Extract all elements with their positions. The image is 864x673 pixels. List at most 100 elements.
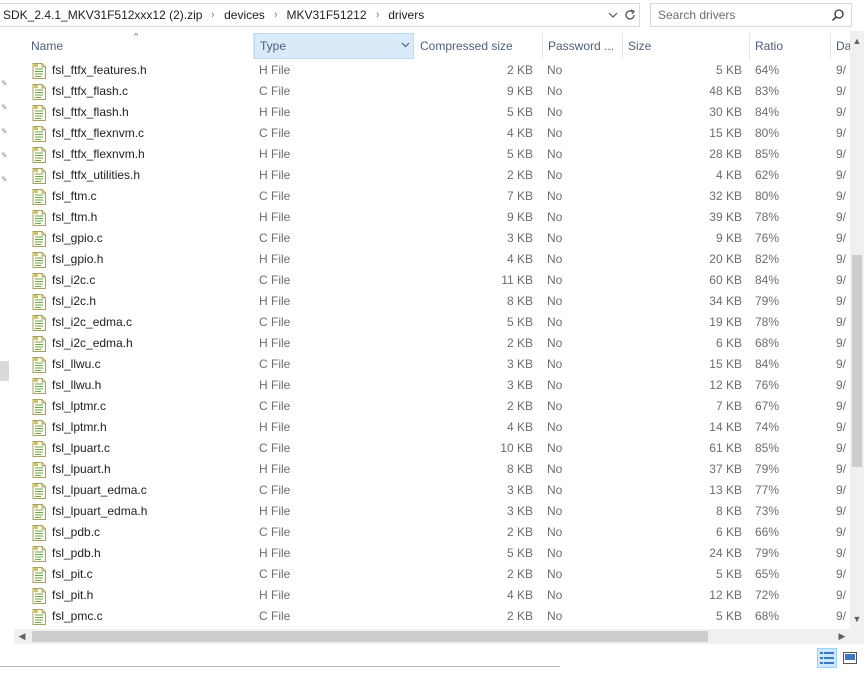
file-name-cell[interactable]: fsl_lpuart_edma.h <box>14 501 252 522</box>
date-modified: 9/ <box>836 336 847 350</box>
file-name-cell[interactable]: fsl_ftm.h <box>14 207 252 228</box>
file-name-cell[interactable]: fsl_llwu.c <box>14 354 252 375</box>
vertical-scroll-thumb[interactable] <box>852 255 862 467</box>
scroll-right-icon[interactable]: ▶ <box>834 629 850 644</box>
table-row[interactable]: fsl_i2c_edma.c C File 5 KB No 19 KB 78% 9/ <box>14 312 850 333</box>
table-row[interactable]: fsl_llwu.c C File 3 KB No 15 KB 84% 9/ <box>14 354 850 375</box>
table-row[interactable]: fsl_lpuart_edma.h H File 3 KB No 8 KB 73% 9/ <box>14 501 850 522</box>
scrollbar-corner <box>850 629 864 644</box>
file-name-cell[interactable]: fsl_ftfx_flexnvm.h <box>14 144 252 165</box>
file-name-cell[interactable]: fsl_i2c_edma.h <box>14 333 252 354</box>
file-name-cell[interactable]: fsl_lpuart.h <box>14 459 252 480</box>
password-protected: No <box>547 378 563 392</box>
file-name-cell[interactable]: fsl_gpio.c <box>14 228 252 249</box>
breadcrumb-separator-icon[interactable]: › <box>208 9 219 21</box>
file-name-cell[interactable]: fsl_llwu.h <box>14 375 252 396</box>
file-name-cell[interactable]: fsl_pdb.c <box>14 522 252 543</box>
table-row[interactable]: fsl_i2c.h H File 8 KB No 34 KB 79% 9/ <box>14 291 850 312</box>
file-type: H File <box>259 63 291 77</box>
refresh-icon[interactable] <box>621 3 639 27</box>
file-name-cell[interactable]: fsl_ftm.c <box>14 186 252 207</box>
file-name: fsl_ftfx_flash.c <box>52 84 129 98</box>
table-row[interactable]: fsl_lptmr.h H File 4 KB No 14 KB 74% 9/ <box>14 417 850 438</box>
date-modified: 9/ <box>836 609 847 623</box>
search-icon[interactable] <box>831 8 845 22</box>
scroll-up-icon[interactable]: ▲ <box>850 33 864 49</box>
table-row[interactable]: fsl_lpuart.c C File 10 KB No 61 KB 85% 9/ <box>14 438 850 459</box>
compression-ratio: 79% <box>755 462 780 476</box>
search-input[interactable] <box>658 8 828 22</box>
file-name-cell[interactable]: fsl_i2c.c <box>14 270 252 291</box>
vertical-scrollbar[interactable]: ▲ ▼ <box>850 31 864 629</box>
table-row[interactable]: fsl_lptmr.c C File 2 KB No 7 KB 67% 9/ <box>14 396 850 417</box>
file-name-cell[interactable]: fsl_pit.h <box>14 585 252 606</box>
column-header-date[interactable]: Da <box>831 33 850 59</box>
file-name-cell[interactable]: fsl_lptmr.h <box>14 417 252 438</box>
scroll-left-icon[interactable]: ◀ <box>14 629 30 644</box>
table-row[interactable]: fsl_pit.h H File 4 KB No 12 KB 72% 9/ <box>14 585 850 606</box>
table-row[interactable]: fsl_gpio.h H File 4 KB No 20 KB 82% 9/ <box>14 249 850 270</box>
file-name: fsl_pdb.h <box>52 546 101 560</box>
column-filter-chevron-down-icon[interactable] <box>401 40 410 51</box>
file-name-cell[interactable]: fsl_ftfx_utilities.h <box>14 165 252 186</box>
file-name-cell[interactable]: fsl_lpuart_edma.c <box>14 480 252 501</box>
column-header-size[interactable]: Size <box>623 33 750 59</box>
table-row[interactable]: fsl_pit.c C File 2 KB No 5 KB 65% 9/ <box>14 564 850 585</box>
file-name-cell[interactable]: fsl_pit.c <box>14 564 252 585</box>
table-row[interactable]: fsl_ftfx_flexnvm.h H File 5 KB No 28 KB 85% 9/ <box>14 144 850 165</box>
table-row[interactable]: fsl_ftfx_flash.h H File 5 KB No 30 KB 84% 9/ <box>14 102 850 123</box>
text-file-icon <box>32 62 46 79</box>
breadcrumb-separator-icon[interactable]: › <box>270 9 281 21</box>
table-row[interactable]: fsl_ftm.h H File 9 KB No 39 KB 78% 9/ <box>14 207 850 228</box>
breadcrumb-drivers[interactable]: drivers <box>385 8 427 22</box>
address-history-chevron-down-icon[interactable] <box>604 3 622 27</box>
file-name: fsl_i2c.c <box>52 273 96 287</box>
table-row[interactable]: fsl_lpuart.h H File 8 KB No 37 KB 79% 9/ <box>14 459 850 480</box>
file-name-cell[interactable]: fsl_i2c_edma.c <box>14 312 252 333</box>
details-view-icon[interactable] <box>817 648 837 668</box>
table-row[interactable]: fsl_i2c_edma.h H File 2 KB No 6 KB 68% 9/ <box>14 333 850 354</box>
table-row[interactable]: fsl_pmc.c C File 2 KB No 5 KB 68% 9/ <box>14 606 850 627</box>
file-name-cell[interactable]: fsl_gpio.h <box>14 249 252 270</box>
file-name-cell[interactable]: fsl_lptmr.c <box>14 396 252 417</box>
breadcrumb-device[interactable]: MKV31F51212 <box>283 8 369 22</box>
table-row[interactable]: fsl_pdb.h H File 5 KB No 24 KB 79% 9/ <box>14 543 850 564</box>
breadcrumb-devices[interactable]: devices <box>221 8 268 22</box>
large-icons-view-icon[interactable] <box>840 648 860 668</box>
date-modified: 9/ <box>836 399 847 413</box>
column-header-ratio[interactable]: Ratio <box>750 33 831 59</box>
search-box[interactable] <box>650 3 852 27</box>
file-name-cell[interactable]: fsl_ftfx_flash.c <box>14 81 252 102</box>
breadcrumb-separator-icon[interactable]: › <box>372 9 383 21</box>
table-row[interactable]: fsl_pdb.c C File 2 KB No 6 KB 66% 9/ <box>14 522 850 543</box>
table-row[interactable]: fsl_llwu.h H File 3 KB No 12 KB 76% 9/ <box>14 375 850 396</box>
breadcrumb-zip[interactable]: SDK_2.4.1_MKV31F512xxx12 (2).zip <box>0 8 205 22</box>
table-row[interactable]: fsl_ftfx_features.h H File 2 KB No 5 KB 64% 9/ <box>14 60 850 81</box>
file-name-cell[interactable]: fsl_lpuart.c <box>14 438 252 459</box>
table-row[interactable]: fsl_ftfx_flash.c C File 9 KB No 48 KB 83% 9/ <box>14 81 850 102</box>
table-row[interactable]: fsl_ftfx_flexnvm.c C File 4 KB No 15 KB 80% 9/ <box>14 123 850 144</box>
file-name-cell[interactable]: fsl_ftfx_features.h <box>14 60 252 81</box>
table-row[interactable]: fsl_ftfx_utilities.h H File 2 KB No 4 KB 62% 9… <box>14 165 850 186</box>
horizontal-scrollbar[interactable]: ◀ ▶ <box>14 629 850 644</box>
file-name-cell[interactable]: fsl_pdb.h <box>14 543 252 564</box>
horizontal-scroll-thumb[interactable] <box>32 631 708 642</box>
table-row[interactable]: fsl_ftm.c C File 7 KB No 32 KB 80% 9/ <box>14 186 850 207</box>
scroll-down-icon[interactable]: ▼ <box>850 611 864 627</box>
column-header-type[interactable]: Type <box>254 33 414 59</box>
date-modified: 9/ <box>836 273 847 287</box>
column-header-compressed-size[interactable]: Compressed size <box>415 33 543 59</box>
column-header-password[interactable]: Password ... <box>543 33 623 59</box>
password-protected: No <box>547 420 563 434</box>
table-row[interactable]: fsl_lpuart_edma.c C File 3 KB No 13 KB 77% 9/ <box>14 480 850 501</box>
file-name-cell[interactable]: fsl_ftfx_flash.h <box>14 102 252 123</box>
file-size: 60 KB <box>709 273 742 287</box>
table-row[interactable]: fsl_gpio.c C File 3 KB No 9 KB 76% 9/ <box>14 228 850 249</box>
address-bar[interactable]: SDK_2.4.1_MKV31F512xxx12 (2).zip › devic… <box>0 3 640 27</box>
file-name-cell[interactable]: fsl_ftfx_flexnvm.c <box>14 123 252 144</box>
file-name-cell[interactable]: fsl_pmc.c <box>14 606 252 627</box>
table-row[interactable]: fsl_i2c.c C File 11 KB No 60 KB 84% 9/ <box>14 270 850 291</box>
file-name-cell[interactable]: fsl_i2c.h <box>14 291 252 312</box>
column-header-name[interactable]: Name ^ <box>14 33 254 59</box>
file-size: 4 KB <box>715 168 742 182</box>
